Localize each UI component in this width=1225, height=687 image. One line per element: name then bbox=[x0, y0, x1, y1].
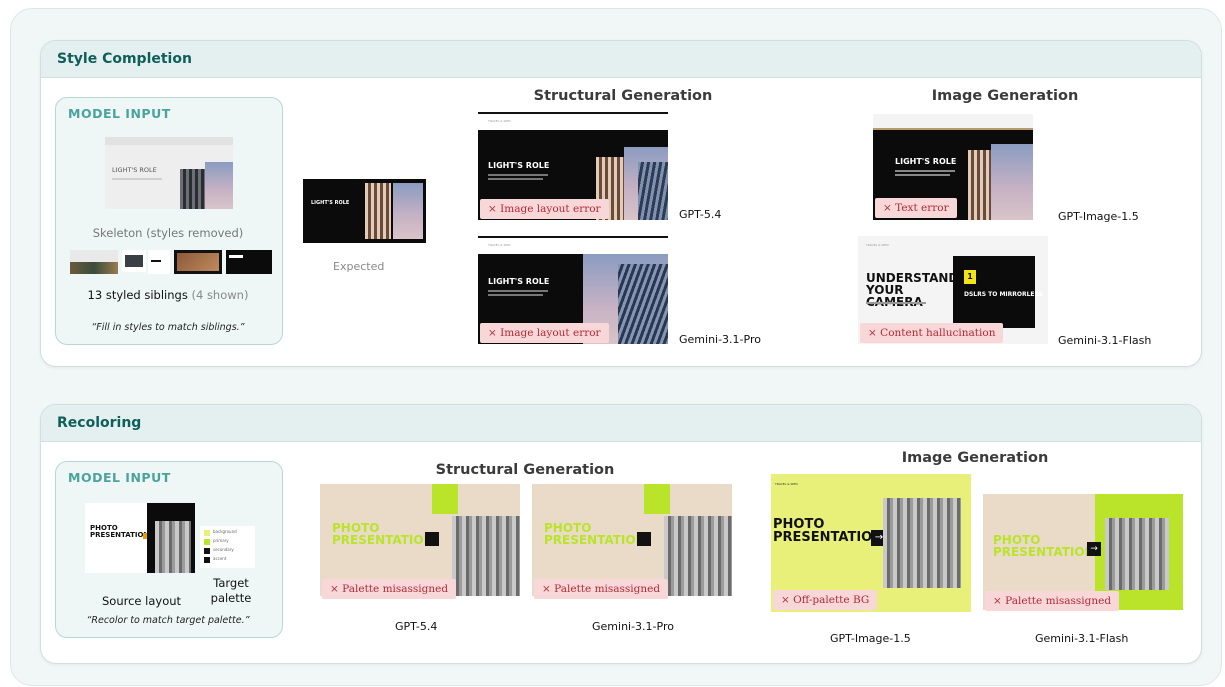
sc-gpt-image-error: × Text error bbox=[875, 198, 957, 218]
sc-gemini-pro-model: Gemini-3.1-Pro bbox=[679, 333, 761, 346]
rc-gemini-pro-error: × Palette misassigned bbox=[534, 579, 669, 599]
style-instruction: “Fill in styles to match siblings.” bbox=[91, 322, 245, 333]
recolor-input-title: MODEL INPUT bbox=[68, 470, 171, 485]
siblings-caption: 13 styled siblings (4 shown) bbox=[55, 288, 281, 302]
error-x-icon: × bbox=[488, 327, 497, 339]
palette-swatch-background bbox=[204, 530, 210, 536]
model-input-title: MODEL INPUT bbox=[68, 106, 171, 121]
sc-gemini-pro-error: × Image layout error bbox=[480, 323, 609, 343]
rc-image-title: Image Generation bbox=[901, 450, 1049, 466]
recolor-instruction: “Recolor to match target palette.” bbox=[86, 615, 250, 626]
expected-caption: Expected bbox=[333, 260, 385, 273]
rc-gemini-pro-slide-title: PHOTO PRESENTATION bbox=[544, 521, 646, 547]
rc-gpt-image-slide-title: PHOTO PRESENTATION bbox=[773, 517, 884, 545]
siblings-shown: (4 shown) bbox=[191, 288, 249, 302]
palette-swatch-secondary bbox=[204, 548, 210, 554]
sc-gpt54-slide-title: LIGHT'S ROLE bbox=[488, 161, 550, 170]
sc-gemini-flash-error: × Content hallucination bbox=[860, 323, 1004, 343]
sibling-thumb-1 bbox=[70, 250, 118, 274]
sibling-thumb-2 bbox=[122, 250, 146, 272]
error-x-icon: × bbox=[883, 202, 892, 214]
rc-gpt-image-error: × Off-palette BG bbox=[773, 590, 878, 610]
palette-label-primary: primary bbox=[213, 538, 229, 543]
skeleton-slide: LIGHT'S ROLE bbox=[105, 137, 233, 209]
error-x-icon: × bbox=[868, 327, 877, 339]
rc-structural-title: Structural Generation bbox=[435, 462, 615, 478]
style-completion-input-box: MODEL INPUT bbox=[55, 97, 283, 345]
target-palette-caption: Target palette bbox=[210, 576, 252, 605]
sc-gpt54-model: GPT-5.4 bbox=[679, 208, 722, 221]
sibling-thumb-3 bbox=[148, 250, 170, 274]
error-x-icon: × bbox=[781, 594, 790, 606]
sibling-thumb-5 bbox=[226, 250, 272, 274]
palette-label-accent: accent bbox=[213, 556, 227, 561]
rc-gpt-image-model: GPT-Image-1.5 bbox=[830, 632, 911, 645]
source-layout-caption: Source layout bbox=[102, 594, 182, 608]
error-x-icon: × bbox=[330, 583, 339, 595]
source-layout-slide: PHOTO PRESENTATION bbox=[85, 503, 195, 573]
rc-gpt54-error: × Palette misassigned bbox=[322, 579, 457, 599]
skeleton-slide-title: LIGHT'S ROLE bbox=[112, 166, 157, 174]
skeleton-caption: Skeleton (styles removed) bbox=[92, 226, 244, 240]
sc-gpt-image-slide-title: LIGHT'S ROLE bbox=[895, 157, 957, 166]
recoloring-header: Recoloring bbox=[41, 405, 1201, 442]
palette-swatch-accent bbox=[204, 557, 210, 563]
sc-gemini-pro-slide-title: LIGHT'S ROLE bbox=[488, 277, 550, 286]
sc-structural-title: Structural Generation bbox=[533, 88, 713, 104]
source-slide-title: PHOTO PRESENTATION bbox=[90, 524, 150, 539]
sibling-thumb-4 bbox=[174, 250, 222, 274]
rc-gemini-flash-arrow-icon: → bbox=[1087, 542, 1101, 556]
error-x-icon: × bbox=[542, 583, 551, 595]
palette-swatch-primary bbox=[204, 539, 210, 545]
sc-gemini-flash-number: 1 bbox=[964, 270, 976, 284]
rc-gemini-pro-model: Gemini-3.1-Pro bbox=[592, 620, 674, 633]
rc-gemini-flash-model: Gemini-3.1-Flash bbox=[1035, 632, 1129, 645]
expected-slide-title: LIGHT'S ROLE bbox=[311, 200, 350, 206]
sc-gemini-flash-model: Gemini-3.1-Flash bbox=[1058, 334, 1152, 347]
rc-gemini-flash-error: × Palette misassigned bbox=[985, 591, 1120, 611]
siblings-count: 13 styled siblings bbox=[87, 288, 188, 302]
error-x-icon: × bbox=[488, 203, 497, 215]
target-palette: background primary secondary accent bbox=[200, 526, 255, 568]
style-completion-header: Style Completion bbox=[41, 41, 1201, 78]
palette-label-secondary: secondary bbox=[213, 547, 234, 552]
rc-gemini-flash-slide-title: PHOTO PRESENTATION bbox=[993, 533, 1095, 559]
sc-gpt54-error: × Image layout error bbox=[480, 199, 609, 219]
expected-slide: LIGHT'S ROLE bbox=[303, 173, 426, 243]
sc-gemini-flash-sub: DSLRS TO MIRRORLESS bbox=[964, 291, 1043, 298]
rc-gpt54-model: GPT-5.4 bbox=[395, 620, 438, 633]
error-x-icon: × bbox=[993, 595, 1002, 607]
palette-label-background: background bbox=[213, 529, 237, 534]
sc-image-title: Image Generation bbox=[931, 88, 1079, 104]
sc-gpt-image-model: GPT-Image-1.5 bbox=[1058, 210, 1139, 223]
rc-gpt54-slide-title: PHOTO PRESENTATION bbox=[332, 521, 434, 547]
